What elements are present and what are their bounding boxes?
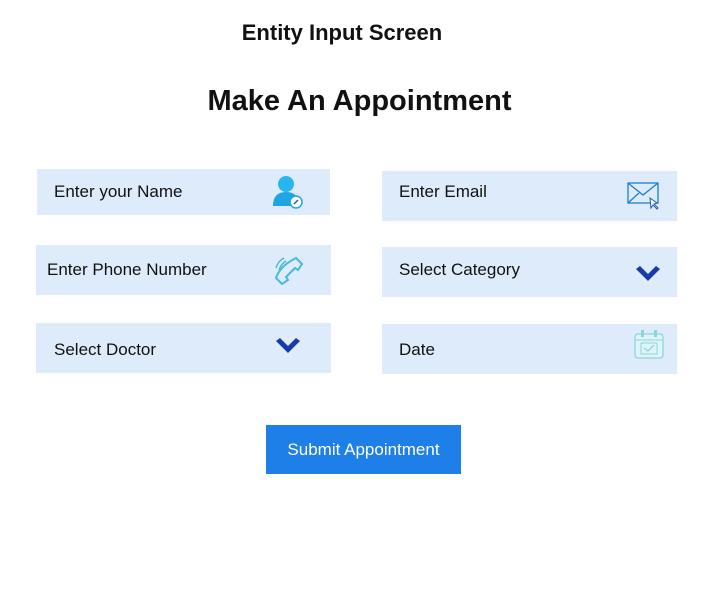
category-select[interactable]: Select Category (382, 247, 677, 297)
date-input[interactable]: Date (382, 324, 677, 374)
screen-title: Entity Input Screen (241, 20, 443, 45)
chevron-down-icon (276, 338, 300, 353)
doctor-placeholder: Select Doctor (54, 340, 157, 359)
name-input[interactable]: Enter your Name (37, 169, 330, 215)
email-input[interactable]: Enter Email (382, 171, 677, 221)
name-placeholder: Enter your Name (54, 182, 183, 201)
doctor-select[interactable]: Select Doctor (36, 323, 331, 373)
category-placeholder: Select Category (399, 260, 520, 279)
phone-icon (274, 256, 304, 286)
date-placeholder: Date (399, 340, 435, 359)
user-icon (273, 176, 303, 209)
form-title: Make An Appointment (207, 85, 512, 117)
email-icon (627, 182, 659, 210)
phone-input[interactable]: Enter Phone Number (36, 245, 331, 295)
submit-appointment-button[interactable]: Submit Appointment (266, 425, 461, 474)
chevron-down-icon (636, 266, 660, 281)
calendar-icon (634, 330, 664, 359)
email-placeholder: Enter Email (399, 182, 487, 201)
phone-placeholder: Enter Phone Number (47, 260, 207, 279)
